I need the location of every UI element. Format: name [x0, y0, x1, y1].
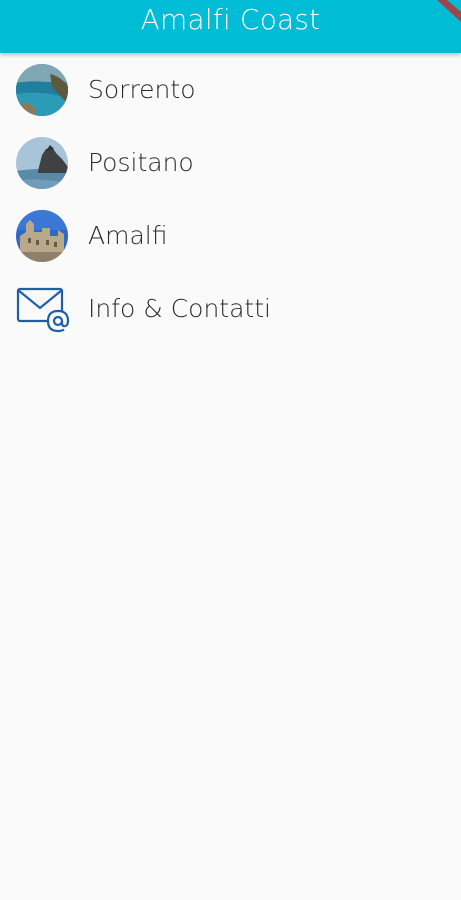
sorrento-photo-icon [16, 64, 68, 116]
list-item-amalfi[interactable]: Amalfi [0, 199, 461, 272]
list-item-positano[interactable]: Positano [0, 126, 461, 199]
debug-banner-icon [431, 0, 461, 22]
app-bar: Amalfi Coast [0, 0, 461, 53]
mail-at-icon [16, 284, 70, 334]
sidebar-item-label: Positano [88, 148, 194, 177]
sidebar-item-label: Info & Contatti [88, 294, 271, 323]
amalfi-photo-icon [16, 210, 68, 262]
list-item-info-contatti[interactable]: Info & Contatti [0, 272, 461, 345]
sidebar-item-label: Amalfi [88, 221, 168, 250]
list-item-sorrento[interactable]: Sorrento [0, 53, 461, 126]
app-title: Amalfi Coast [140, 2, 321, 36]
destination-list: Sorrento Positano Amalfi Info & Contatti [0, 53, 461, 345]
sidebar-item-label: Sorrento [88, 75, 196, 104]
positano-photo-icon [16, 137, 68, 189]
